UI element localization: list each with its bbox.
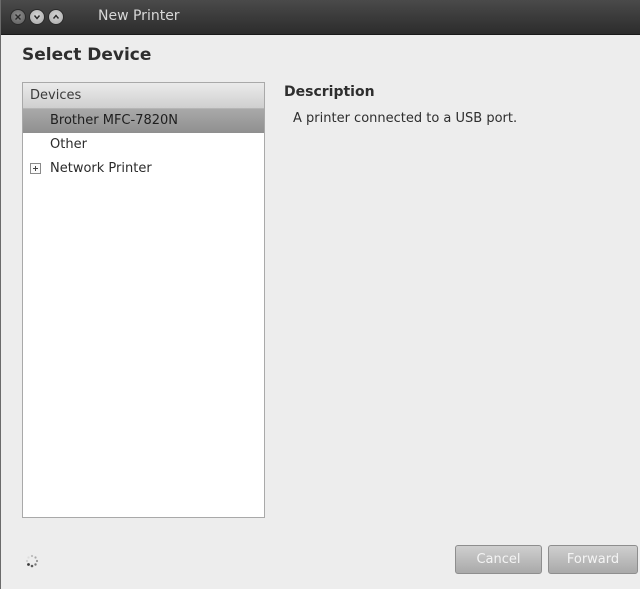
new-printer-window: New Printer Select Device Devices Brothe… — [0, 0, 640, 589]
close-icon[interactable] — [10, 9, 26, 25]
device-item-other[interactable]: Other — [23, 133, 264, 157]
title-bar[interactable]: New Printer — [1, 0, 640, 35]
device-list: Devices Brother MFC-7820N Other Network … — [22, 82, 265, 518]
description-text: A printer connected to a USB port. — [293, 111, 518, 126]
forward-button[interactable]: Forward — [548, 545, 638, 574]
device-list-header[interactable]: Devices — [23, 83, 264, 109]
device-item-brother-mfc-7820n[interactable]: Brother MFC-7820N — [23, 109, 264, 133]
busy-spinner-icon — [25, 553, 39, 568]
device-item-label: Brother MFC-7820N — [50, 113, 179, 128]
device-item-label: Other — [50, 137, 87, 152]
description-heading: Description — [284, 84, 375, 100]
minimize-icon[interactable] — [29, 9, 45, 25]
device-item-label: Network Printer — [50, 161, 152, 176]
page-title: Select Device — [22, 45, 152, 65]
device-item-network-printer[interactable]: Network Printer — [23, 157, 264, 181]
expand-plus-icon[interactable] — [30, 163, 41, 174]
maximize-icon[interactable] — [48, 9, 64, 25]
cancel-button[interactable]: Cancel — [455, 545, 542, 574]
window-title: New Printer — [98, 8, 180, 24]
